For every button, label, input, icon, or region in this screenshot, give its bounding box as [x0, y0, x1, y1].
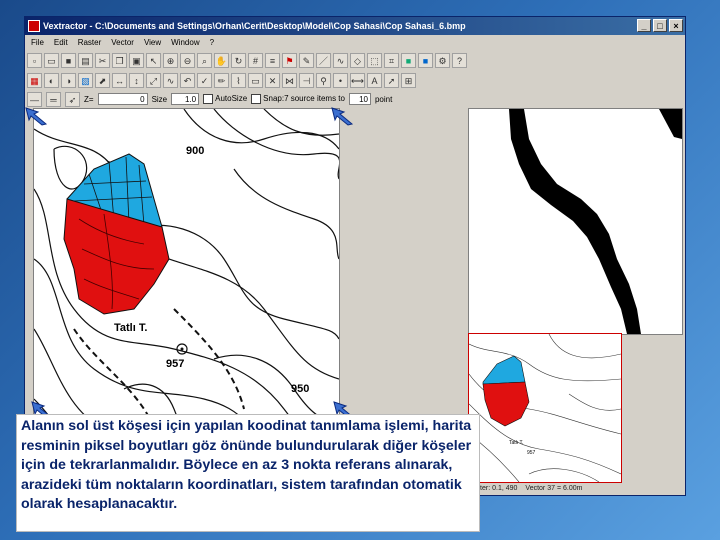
menu-help[interactable]: ?	[210, 36, 214, 50]
grid-icon[interactable]: #	[248, 52, 263, 68]
overview-map-graphic: Tatlı T. 957	[469, 334, 621, 482]
brightness-icon[interactable]: ◑	[61, 72, 76, 88]
overview-map[interactable]: Tatlı T. 957	[468, 333, 622, 483]
zoomed-canvas[interactable]	[468, 108, 683, 335]
measure-icon[interactable]: ⟷	[350, 72, 365, 88]
print-icon[interactable]: ▤	[78, 52, 93, 68]
pick-icon[interactable]: ⚲	[316, 72, 331, 88]
z-label: Z=	[84, 94, 94, 104]
line-style-icon[interactable]: ―	[27, 91, 42, 107]
title-bar: Vextractor - C:\Documents and Settings\O…	[25, 17, 685, 35]
fill-icon[interactable]: ■	[401, 52, 416, 68]
zoom-out-icon[interactable]: ⊖	[180, 52, 195, 68]
pan-icon[interactable]: ↔	[112, 72, 127, 88]
cut-icon[interactable]: ✂	[95, 52, 110, 68]
menu-view[interactable]: View	[144, 36, 161, 50]
toolbar-properties: ― ═ ➶ Z= 0 Size 1.0 AutoSize Snap:7 sour…	[27, 91, 392, 107]
point-label: point	[374, 94, 393, 104]
z-input[interactable]: 0	[97, 93, 148, 105]
scale-icon[interactable]: ⤢	[146, 72, 161, 88]
zoomed-contour-view	[509, 109, 682, 334]
brush-icon[interactable]: ⌇	[231, 72, 246, 88]
zoom-region-icon[interactable]: ⊞	[401, 72, 416, 88]
paste-icon[interactable]: ▣	[129, 52, 144, 68]
pointer-icon[interactable]: ↖	[146, 52, 161, 68]
vertical-icon[interactable]: ↕	[129, 72, 144, 88]
layers-icon[interactable]: ≡	[265, 52, 280, 68]
menu-file[interactable]: File	[31, 36, 44, 50]
hand-icon[interactable]: ✋	[214, 52, 229, 68]
snap-checkbox[interactable]: Snap:7 source items to	[251, 94, 345, 104]
overview-label-a: Tatlı T.	[509, 440, 523, 446]
map-label-peak-height: 957	[166, 358, 184, 370]
toolbar-drawing: ▦ ◐ ◑ ▧ ⬈ ↔ ↕ ⤢ ∿ ↶ ✓ ✏ ⌇ ▭ ✕ ⋈ ⊣ ⚲ • ⟷ …	[27, 71, 416, 89]
window-title: Vextractor - C:\Documents and Settings\O…	[43, 21, 466, 31]
eraser-icon[interactable]: ▭	[248, 72, 263, 88]
snap-input[interactable]: 10	[348, 93, 371, 105]
rotate-icon[interactable]: ↻	[231, 52, 246, 68]
size-label: Size	[151, 94, 168, 104]
menu-edit[interactable]: Edit	[54, 36, 68, 50]
caption-text: Alanın sol üst köşesi için yapılan koodi…	[21, 418, 472, 512]
line-icon[interactable]: ／	[316, 52, 331, 68]
line-width-icon[interactable]: ═	[46, 91, 61, 107]
smooth-icon[interactable]: ∿	[163, 72, 178, 88]
select-icon[interactable]: ⬚	[367, 52, 382, 68]
pen-icon[interactable]: ✎	[299, 52, 314, 68]
pencil-icon[interactable]: ✏	[214, 72, 229, 88]
close-button[interactable]: ×	[669, 19, 683, 32]
map-label-900: 900	[186, 145, 204, 157]
maximize-button[interactable]: □	[653, 19, 667, 32]
app-icon	[28, 20, 40, 32]
arrowhead-icon[interactable]: ➶	[65, 91, 80, 107]
overview-label-b: 957	[527, 450, 536, 456]
zoom-in-icon[interactable]: ⊕	[163, 52, 178, 68]
color-icon[interactable]: ■	[418, 52, 433, 68]
map-label-peak-name: Tatlı T.	[114, 322, 147, 334]
toolbar-main: ▫ ▭ ■ ▤ ✂ ❐ ▣ ↖ ⊕ ⊖ ⌕ ✋ ↻ # ≡ ⚑ ✎ ／ ∿ ◇ …	[27, 51, 467, 69]
open-folder-icon[interactable]: ▭	[44, 52, 59, 68]
trace-icon[interactable]: ⬈	[95, 72, 110, 88]
copy-icon[interactable]: ❐	[112, 52, 127, 68]
node-icon[interactable]: ◇	[350, 52, 365, 68]
corner-arrow-top-left-icon	[25, 107, 48, 126]
save-icon[interactable]: ■	[61, 52, 76, 68]
caption-box: Alanın sol üst köşesi için yapılan koodi…	[16, 414, 480, 532]
menu-window[interactable]: Window	[171, 36, 199, 50]
point-icon[interactable]: •	[333, 72, 348, 88]
status-right: Vector 37 = 6.00m	[525, 485, 583, 492]
help-icon[interactable]: ?	[452, 52, 467, 68]
undo-icon[interactable]: ↶	[180, 72, 195, 88]
minimize-button[interactable]: _	[637, 19, 651, 32]
map-label-950: 950	[291, 383, 309, 395]
new-file-icon[interactable]: ▫	[27, 52, 42, 68]
arrow-tool-icon[interactable]: ➚	[384, 72, 399, 88]
magnifier-icon[interactable]: ⌕	[197, 52, 212, 68]
settings-icon[interactable]: ⚙	[435, 52, 450, 68]
menu-bar: File Edit Raster Vector View Window ?	[25, 36, 685, 50]
split-icon[interactable]: ⊣	[299, 72, 314, 88]
text-icon[interactable]: A	[367, 72, 382, 88]
palette-icon[interactable]: ▦	[27, 72, 42, 88]
flag-icon[interactable]: ⚑	[282, 52, 297, 68]
curve-icon[interactable]: ∿	[333, 52, 348, 68]
status-bar: Footer: 0.1, 490 Vector 37 = 6.00m	[468, 483, 681, 495]
filter-icon[interactable]: ▧	[78, 72, 93, 88]
join-icon[interactable]: ⋈	[282, 72, 297, 88]
size-input[interactable]: 1.0	[171, 93, 200, 105]
menu-vector[interactable]: Vector	[111, 36, 134, 50]
contrast-icon[interactable]: ◐	[44, 72, 59, 88]
menu-raster[interactable]: Raster	[78, 36, 102, 50]
corner-arrow-top-right-icon	[331, 107, 354, 126]
check-icon[interactable]: ✓	[197, 72, 212, 88]
crop-icon[interactable]: ⌗	[384, 52, 399, 68]
autosize-checkbox[interactable]: AutoSize	[203, 94, 247, 104]
delete-icon[interactable]: ✕	[265, 72, 280, 88]
